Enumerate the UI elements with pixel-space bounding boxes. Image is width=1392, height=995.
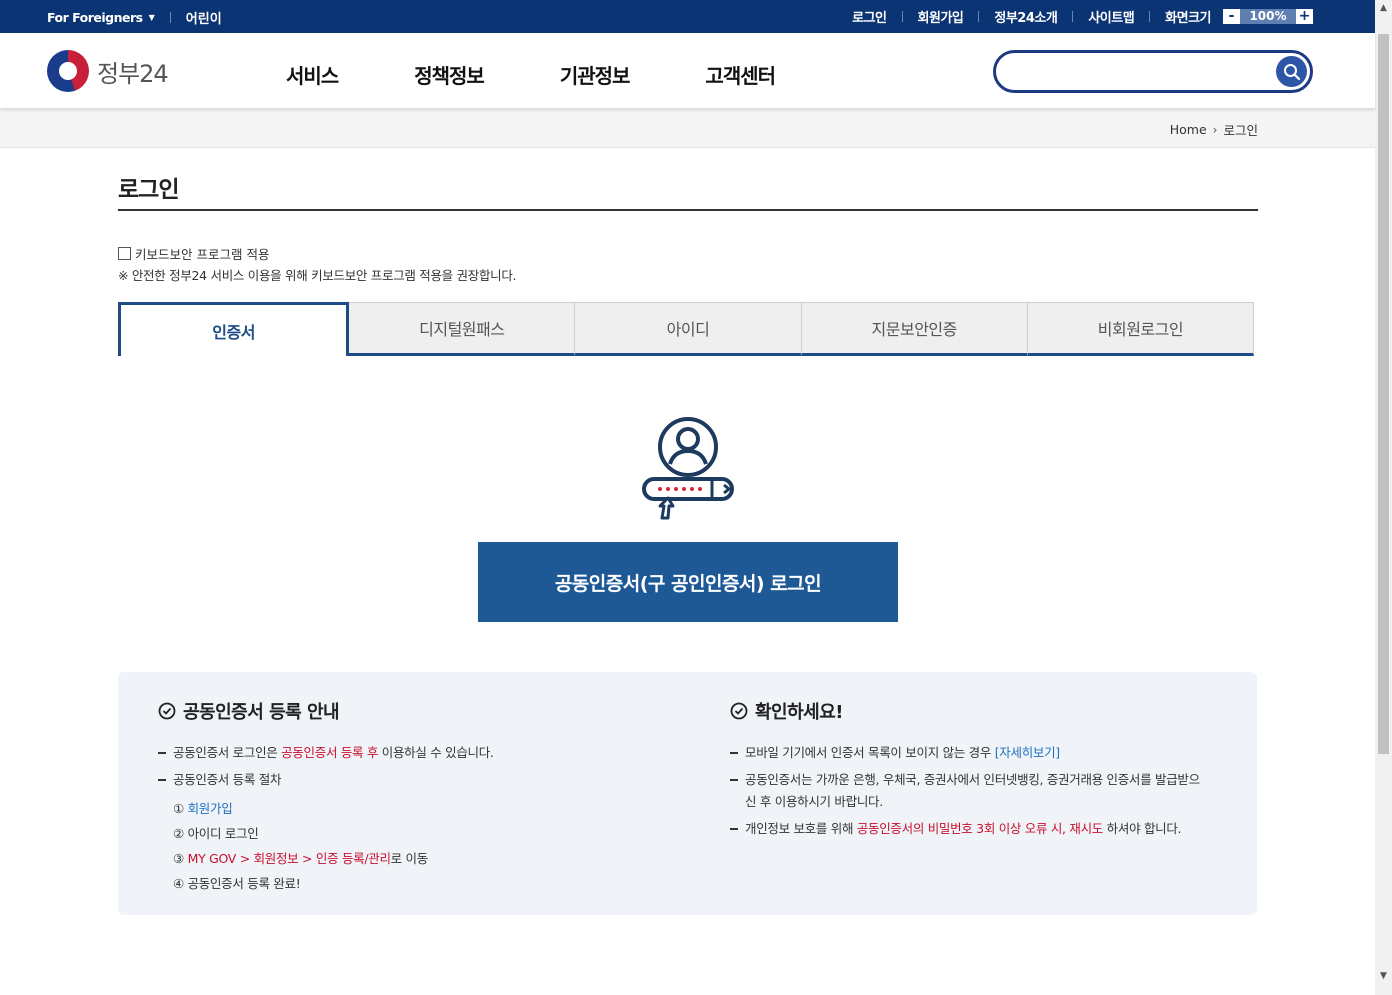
info-left-heading: 공동인증서 등록 안내 — [158, 698, 678, 724]
site-header: 정부24 서비스 정책정보 기관정보 고객센터 — [0, 33, 1375, 108]
check-circle-icon — [158, 702, 176, 720]
text: 개인정보 보호를 위해 — [745, 821, 857, 836]
keyboard-security-note: ※ 안전한 정부24 서비스 이용을 위해 키보드보안 프로그램 적용을 권장합… — [118, 268, 517, 283]
divider — [1072, 11, 1074, 22]
info-right-heading: 확인하세요! — [730, 698, 1210, 724]
signup-link[interactable]: 회원가입 — [918, 7, 964, 26]
step-item: ② 아이디 로그인 — [173, 826, 259, 841]
divider — [901, 11, 903, 22]
chevron-right-icon: › — [1212, 122, 1218, 137]
list-item: 공동인증서 로그인은 공동인증서 등록 후 이용하실 수 있습니다. — [158, 742, 678, 764]
step-item: ① 회원가입 — [158, 796, 678, 821]
keyboard-security-label: 키보드보안 프로그램 적용 — [135, 247, 270, 262]
nav-item-support[interactable]: 고객센터 — [705, 60, 776, 89]
highlight-text: 공동인증서 등록 후 — [281, 745, 379, 760]
text: 모바일 기기에서 인증서 목록이 보이지 않는 경우 — [745, 745, 995, 760]
tab-fingerprint[interactable]: 지문보안인증 — [801, 302, 1028, 356]
step-item: ③ MY GOV > 회원정보 > 인증 등록/관리로 이동 — [158, 846, 678, 871]
top-utility-bar: For Foreigners ▼ 어린이 로그인 회원가입 정부24소개 사이트… — [0, 0, 1375, 33]
certificate-user-icon — [642, 417, 734, 520]
info-box: 공동인증서 등록 안내 공동인증서 로그인은 공동인증서 등록 후 이용하실 수… — [118, 672, 1257, 915]
main-navigation: 서비스 정책정보 기관정보 고객센터 — [286, 60, 851, 89]
site-logo[interactable]: 정부24 — [47, 50, 169, 92]
breadcrumb-home[interactable]: Home — [1170, 122, 1207, 137]
sitemap-link[interactable]: 사이트맵 — [1088, 7, 1134, 26]
tab-id[interactable]: 아이디 — [575, 302, 802, 356]
signup-step-link[interactable]: 회원가입 — [188, 801, 233, 816]
dropdown-caret-icon[interactable]: ▼ — [149, 13, 155, 22]
page-title: 로그인 — [118, 177, 179, 203]
breadcrumb-current: 로그인 — [1223, 123, 1258, 138]
list-item: 공동인증서는 가까운 은행, 우체국, 증권사에서 인터넷뱅킹, 증권거래용 인… — [730, 769, 1210, 813]
certificate-login-button[interactable]: 공동인증서(구 공인인증서) 로그인 — [478, 542, 898, 622]
title-divider — [118, 209, 1258, 211]
list-item: 모바일 기기에서 인증서 목록이 보이지 않는 경우 [자세히보기] — [730, 742, 1210, 764]
zoom-out-button[interactable]: - — [1223, 9, 1240, 24]
list-item: 공동인증서 등록 절차 — [158, 769, 678, 791]
for-foreigners-link[interactable]: For Foreigners — [47, 10, 143, 25]
text: 하셔야 합니다. — [1103, 821, 1182, 836]
list-item: 개인정보 보호를 위해 공동인증서의 비밀번호 3회 이상 오류 시, 재시도 … — [730, 818, 1210, 840]
text: 로 이동 — [390, 851, 429, 866]
tab-non-member[interactable]: 비회원로그인 — [1027, 302, 1255, 356]
nav-item-policy[interactable]: 정책정보 — [414, 60, 485, 89]
text: 공동인증서 로그인은 — [173, 745, 282, 760]
zoom-value: 100% — [1240, 9, 1296, 24]
logo-text: 정부24 — [97, 59, 169, 88]
step-number: ③ — [173, 851, 184, 866]
search-box — [993, 50, 1313, 93]
nav-item-services[interactable]: 서비스 — [286, 60, 339, 89]
keyboard-security-option[interactable]: 키보드보안 프로그램 적용 — [118, 244, 269, 263]
breadcrumb: Home › 로그인 — [1170, 120, 1258, 139]
check-circle-icon — [730, 702, 748, 720]
keyboard-security-checkbox[interactable] — [118, 247, 131, 260]
scroll-up-arrow-icon[interactable]: ▲ — [1375, 0, 1392, 17]
about-link[interactable]: 정부24소개 — [994, 7, 1057, 26]
login-link[interactable]: 로그인 — [852, 7, 887, 26]
breadcrumb-bar: Home › 로그인 — [0, 108, 1375, 148]
zoom-in-button[interactable]: + — [1296, 9, 1313, 24]
zoom-control: - 100% + — [1223, 9, 1313, 24]
login-method-tabs: 인증서 디지털원패스 아이디 지문보안인증 비회원로그인 — [118, 302, 1255, 356]
details-link[interactable]: [자세히보기] — [995, 745, 1060, 760]
kids-link[interactable]: 어린이 — [186, 8, 222, 27]
info-notice: 확인하세요! 모바일 기기에서 인증서 목록이 보이지 않는 경우 [자세히보기… — [730, 698, 1210, 845]
highlight-text: 공동인증서의 비밀번호 3회 이상 오류 시, 재시도 — [856, 821, 1103, 836]
divider — [978, 11, 980, 22]
taegeuk-logo-icon — [47, 50, 89, 92]
info-right-title: 확인하세요! — [755, 702, 844, 723]
tab-digital-onepass[interactable]: 디지털원패스 — [349, 302, 576, 356]
scrollbar-thumb[interactable] — [1378, 34, 1389, 754]
text: 이용하실 수 있습니다. — [378, 745, 494, 760]
tab-certificate[interactable]: 인증서 — [118, 302, 350, 356]
step-number: ① — [173, 801, 184, 816]
search-icon — [1283, 63, 1300, 80]
search-input[interactable] — [1012, 61, 1262, 83]
vertical-scrollbar[interactable]: ▲ ▼ — [1375, 0, 1392, 995]
info-registration-guide: 공동인증서 등록 안내 공동인증서 로그인은 공동인증서 등록 후 이용하실 수… — [158, 698, 678, 896]
mygov-path-link[interactable]: MY GOV > 회원정보 > 인증 등록/관리 — [188, 851, 391, 866]
info-left-title: 공동인증서 등록 안내 — [183, 702, 340, 723]
divider — [169, 12, 171, 23]
step-item: ④ 공동인증서 등록 완료! — [173, 876, 301, 891]
zoom-label: 화면크기 — [1165, 11, 1211, 26]
scroll-down-arrow-icon[interactable]: ▼ — [1375, 968, 1392, 985]
divider — [1149, 11, 1151, 22]
nav-item-agency[interactable]: 기관정보 — [560, 60, 631, 89]
search-button[interactable] — [1276, 56, 1307, 87]
